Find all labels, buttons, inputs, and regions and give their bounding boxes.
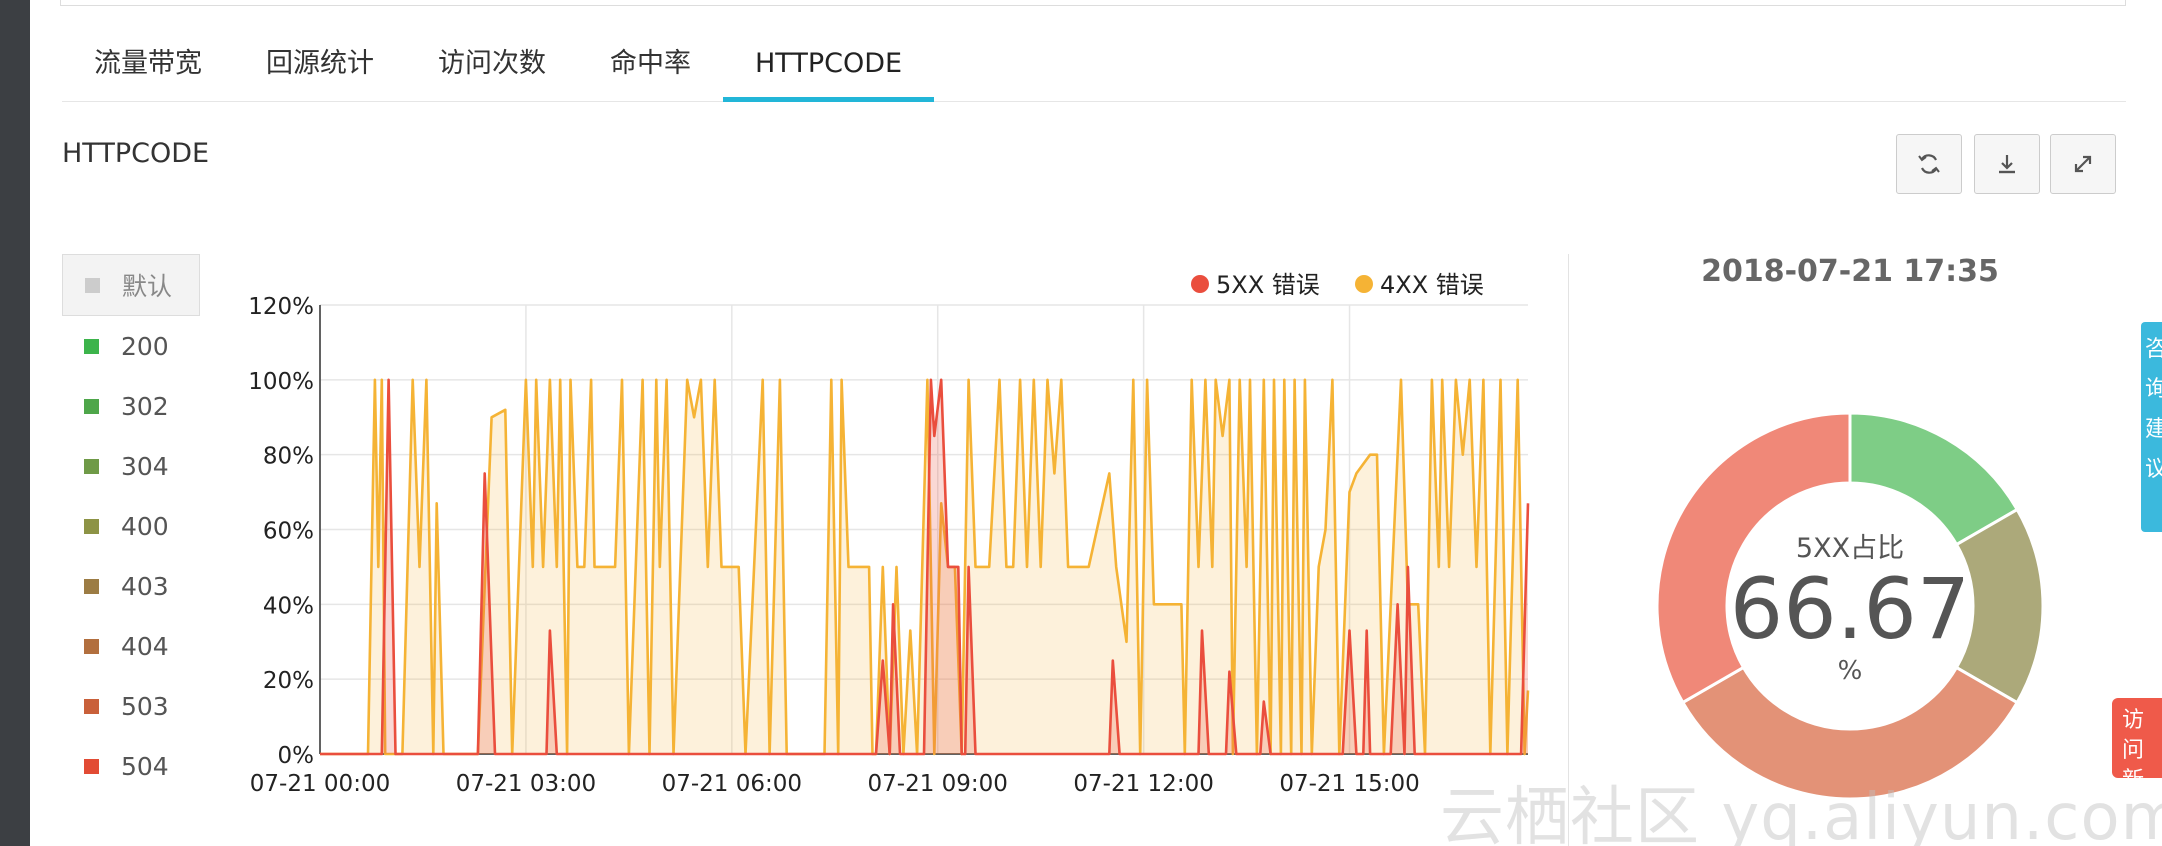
legend-label-4xx: 4XX 错误 <box>1380 271 1484 299</box>
donut-timestamp: 2018-07-21 17:35 <box>1701 254 1999 289</box>
y-tick-label: 0% <box>278 743 315 769</box>
x-tick-label: 07-21 12:00 <box>1073 771 1213 797</box>
donut-center-value: 66.67 <box>1729 560 1971 658</box>
y-tick-label: 80% <box>263 444 314 470</box>
donut-center-unit: % <box>1837 656 1863 686</box>
page: { "tabs": [ {"label": "流量带宽"}, {"label":… <box>0 0 2162 846</box>
x-tick-label: 07-21 09:00 <box>868 771 1008 797</box>
y-tick-label: 40% <box>263 593 314 619</box>
x-tick-label: 07-21 06:00 <box>662 771 802 797</box>
y-tick-label: 100% <box>248 369 314 395</box>
x-tick-label: 07-21 15:00 <box>1279 771 1419 797</box>
legend-dot-4xx <box>1355 275 1373 293</box>
y-tick-label: 120% <box>248 294 314 320</box>
legend-dot-5xx <box>1191 275 1209 293</box>
x-tick-label: 07-21 00:00 <box>250 771 390 797</box>
y-tick-label: 20% <box>263 668 314 694</box>
chart-divider <box>1568 254 1569 846</box>
side-feedback-tab[interactable]: 咨询 建议 <box>2141 322 2162 532</box>
legend-label-5xx: 5XX 错误 <box>1216 271 1320 299</box>
y-tick-label: 60% <box>263 519 314 545</box>
watermark: 云栖社区 yq.aliyun.com <box>1440 781 2162 846</box>
x-tick-label: 07-21 03:00 <box>456 771 596 797</box>
httpcode-chart: 0% 20% 40% 60% 80% 100% 120% 07-21 00:00 07-21 0… <box>248 271 2045 801</box>
